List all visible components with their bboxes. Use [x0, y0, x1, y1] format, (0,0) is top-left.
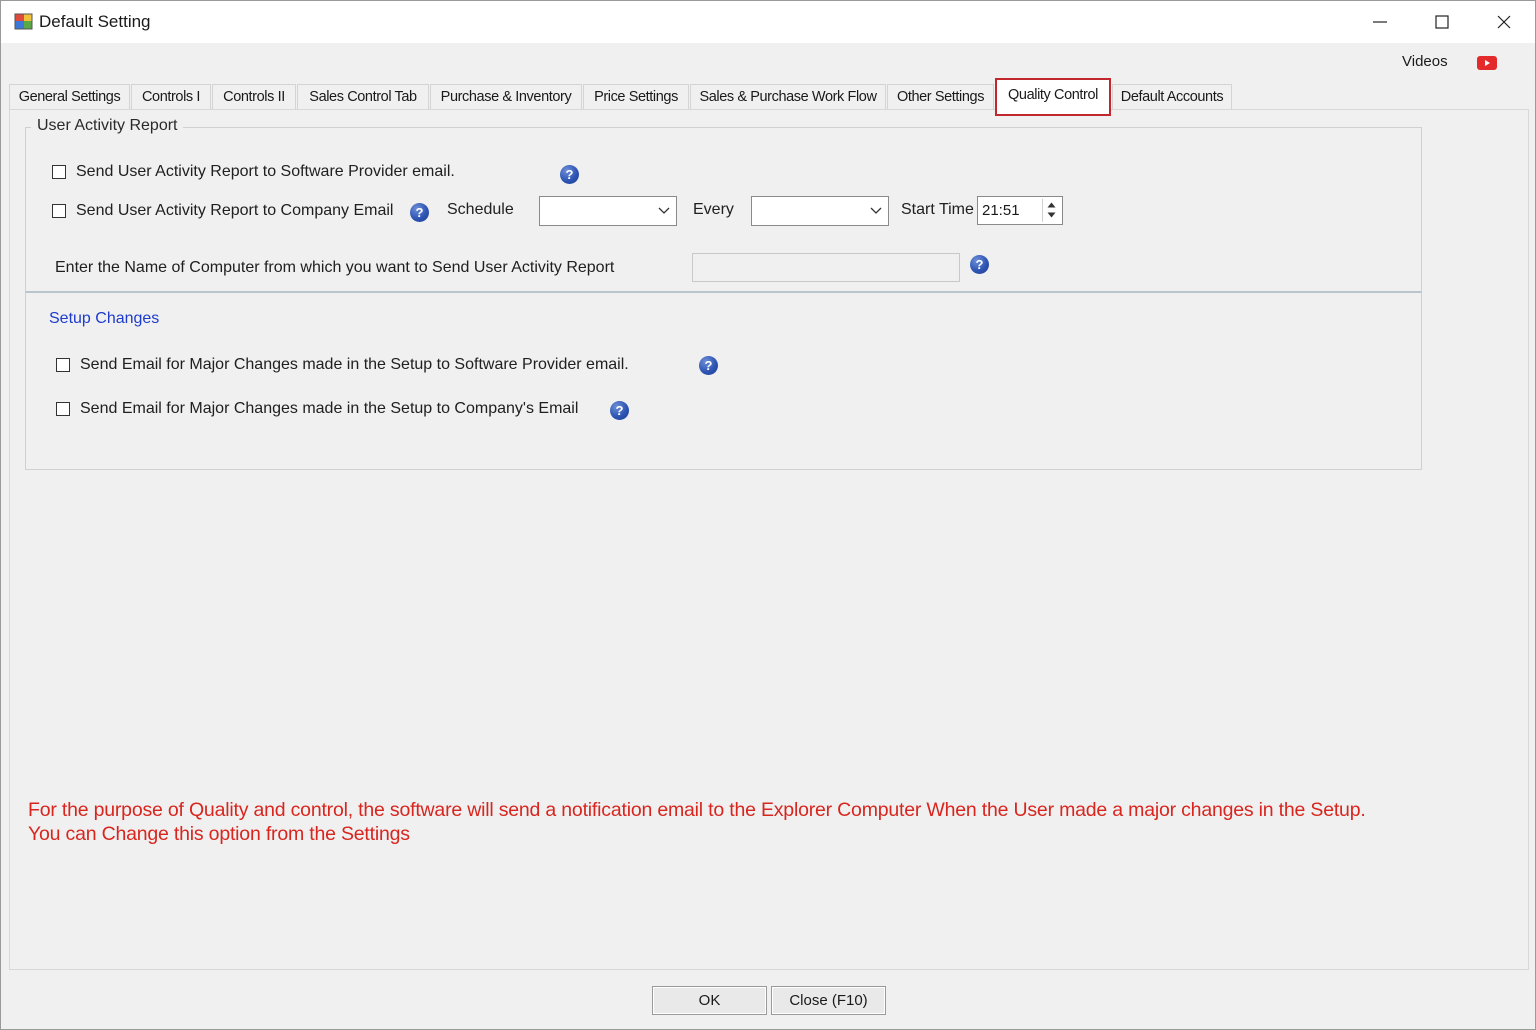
- tab-controls-i[interactable]: Controls I: [131, 84, 211, 110]
- window-title: Default Setting: [39, 12, 151, 31]
- start-time-label: Start Time: [901, 201, 974, 218]
- spin-up-icon[interactable]: [1047, 202, 1056, 208]
- videos-label: Videos: [1402, 53, 1448, 70]
- ok-button[interactable]: OK: [652, 986, 767, 1015]
- tab-sales-control[interactable]: Sales Control Tab: [297, 84, 429, 110]
- spin-down-icon[interactable]: [1047, 212, 1056, 218]
- youtube-icon[interactable]: [1477, 56, 1497, 70]
- help-icon[interactable]: ?: [560, 165, 579, 184]
- tab-quality-control[interactable]: Quality Control: [995, 78, 1111, 116]
- computer-name-label: Enter the Name of Computer from which yo…: [55, 259, 615, 276]
- close-icon: [1497, 15, 1511, 29]
- minimize-button[interactable]: [1349, 1, 1411, 43]
- start-time-value: 21:51: [982, 202, 1020, 219]
- minimize-icon: [1373, 21, 1387, 23]
- setup-changes-group: [25, 293, 1422, 470]
- schedule-dropdown[interactable]: [539, 196, 677, 226]
- close-window-button[interactable]: [1473, 1, 1535, 43]
- app-icon: [14, 13, 33, 30]
- major-changes-provider-label: Send Email for Major Changes made in the…: [80, 356, 629, 373]
- tab-default-accounts[interactable]: Default Accounts: [1112, 84, 1232, 110]
- tab-sales-purchase-work-flow[interactable]: Sales & Purchase Work Flow: [690, 84, 886, 110]
- maximize-icon: [1435, 15, 1449, 29]
- computer-name-input[interactable]: [692, 253, 960, 282]
- tab-controls-ii[interactable]: Controls II: [212, 84, 296, 110]
- time-spinner[interactable]: [1042, 199, 1060, 222]
- every-label: Every: [693, 201, 734, 218]
- major-changes-company-checkbox[interactable]: [56, 402, 70, 416]
- quality-control-notice: For the purpose of Quality and control, …: [28, 799, 1366, 845]
- tab-other-settings[interactable]: Other Settings: [887, 84, 994, 110]
- close-button[interactable]: Close (F10): [771, 986, 886, 1015]
- user-activity-legend: User Activity Report: [31, 117, 184, 135]
- default-setting-window: Default Setting Videos General Settings …: [0, 0, 1536, 1030]
- send-provider-activity-checkbox[interactable]: [52, 165, 66, 179]
- dropdown-arrow-icon: [870, 207, 882, 214]
- send-company-activity-checkbox[interactable]: [52, 204, 66, 218]
- tab-general-settings[interactable]: General Settings: [9, 84, 130, 110]
- help-icon[interactable]: ?: [699, 356, 718, 375]
- help-icon[interactable]: ?: [970, 255, 989, 274]
- send-company-activity-label: Send User Activity Report to Company Ema…: [76, 202, 394, 219]
- major-changes-company-label: Send Email for Major Changes made in the…: [80, 400, 579, 417]
- help-icon[interactable]: ?: [410, 203, 429, 222]
- start-time-picker[interactable]: 21:51: [977, 196, 1063, 225]
- maximize-button[interactable]: [1411, 1, 1473, 43]
- setup-changes-title: Setup Changes: [49, 310, 160, 327]
- major-changes-provider-checkbox[interactable]: [56, 358, 70, 372]
- schedule-label: Schedule: [447, 201, 514, 218]
- settings-tabstrip: General Settings Controls I Controls II …: [9, 78, 1529, 116]
- send-provider-activity-label: Send User Activity Report to Software Pr…: [76, 163, 455, 180]
- tab-price-settings[interactable]: Price Settings: [583, 84, 689, 110]
- help-icon[interactable]: ?: [610, 401, 629, 420]
- every-dropdown[interactable]: [751, 196, 889, 226]
- tab-purchase-inventory[interactable]: Purchase & Inventory: [430, 84, 582, 110]
- dialog-button-bar: [1, 971, 1535, 1029]
- dropdown-arrow-icon: [658, 207, 670, 214]
- title-bar: Default Setting: [1, 1, 1535, 43]
